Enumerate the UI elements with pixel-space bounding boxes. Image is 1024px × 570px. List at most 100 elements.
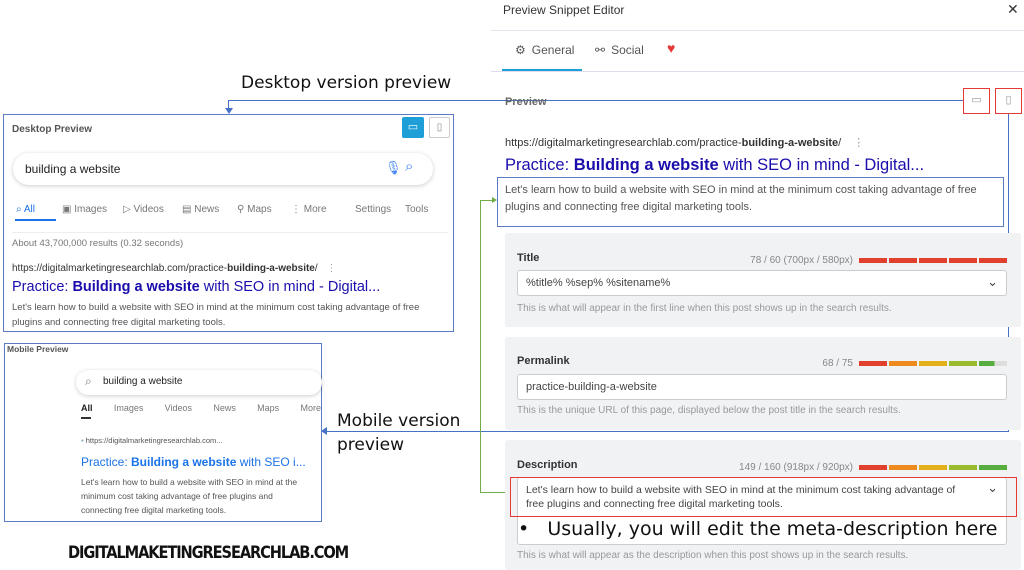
mobile-annotation: Mobile version preview xyxy=(337,409,460,457)
title-part: Building a website xyxy=(131,455,237,469)
tab-images[interactable]: Images xyxy=(114,403,144,413)
url-part: building-a-website xyxy=(741,137,839,149)
gear-icon: ⚙ xyxy=(515,43,526,57)
title-part: Building a website xyxy=(72,279,200,295)
description-help: This is what will appear as the descript… xyxy=(517,550,909,561)
chevron-down-icon[interactable]: ⌄ xyxy=(987,274,998,290)
tab-label: Images xyxy=(74,204,108,215)
settings-link[interactable]: Settings xyxy=(355,204,391,215)
preview-description-highlight: Let's learn how to build a website with … xyxy=(497,177,1004,227)
more-options-icon[interactable]: ⋮ xyxy=(853,137,864,149)
active-tab-indicator xyxy=(15,219,56,221)
search-query: building a website xyxy=(25,162,121,176)
tab-social[interactable]: ⚯ Social xyxy=(595,43,644,57)
permalink-help: This is the unique URL of this page, dis… xyxy=(517,405,901,416)
description-counter: 149 / 160 (918px / 920px) xyxy=(739,462,853,473)
tab-general[interactable]: ⚙ General xyxy=(515,43,574,57)
search-icon[interactable]: ⌕ xyxy=(405,158,413,175)
tab-label: General xyxy=(531,43,575,57)
tab-news[interactable]: ▤ News xyxy=(182,204,219,215)
desktop-preview: Desktop Preview ▭ ▯ building a website 🎙… xyxy=(3,114,454,332)
title-input[interactable]: %title% %sep% %sitename% ⌄ xyxy=(517,270,1007,296)
permalink-input[interactable]: practice-building-a-website xyxy=(517,374,1007,400)
description-highlight xyxy=(510,477,1017,517)
active-tab-indicator xyxy=(81,417,91,419)
bullet-text: Usually, you will edit the meta-descript… xyxy=(547,518,998,540)
search-icon: ⌕ xyxy=(85,374,92,388)
divider xyxy=(12,232,448,233)
title-part: with SEO in mind - Digital... xyxy=(718,156,925,174)
title-field-card: Title 78 / 60 (700px / 580px) %title% %s… xyxy=(505,233,1021,327)
active-tab-indicator xyxy=(502,69,582,71)
tab-videos[interactable]: Videos xyxy=(165,403,192,413)
mobile-annotation-line: Mobile version xyxy=(337,411,461,431)
preview-title[interactable]: Practice: Building a website with SEO in… xyxy=(505,156,924,175)
permalink-value: practice-building-a-website xyxy=(526,381,657,393)
mobile-preview-label: Mobile Preview xyxy=(7,344,69,354)
result-title[interactable]: Practice: Building a website with SEO i.… xyxy=(81,455,306,469)
heart-icon[interactable]: ♥ xyxy=(667,40,675,56)
search-bar[interactable]: building a website 🎙 ⌕ xyxy=(13,153,433,185)
result-url: https://digitalmarketingresearchlab.com/… xyxy=(12,263,336,274)
mobile-tabs: All Images Videos News Maps More xyxy=(81,403,321,413)
title-help: This is what will appear in the first li… xyxy=(517,303,892,314)
title-part: with SEO in mind - Digital... xyxy=(199,279,381,295)
mobile-view-button[interactable]: ▯ xyxy=(429,117,450,138)
preview-description: Let's learn how to build a website with … xyxy=(505,184,977,213)
tab-maps[interactable]: Maps xyxy=(257,403,279,413)
result-title[interactable]: Practice: Building a website with SEO in… xyxy=(12,279,380,295)
search-bar[interactable]: ⌕ building a website xyxy=(76,370,322,395)
tab-label: Social xyxy=(611,43,644,57)
tab-maps[interactable]: ⚲ Maps xyxy=(237,204,272,215)
mobile-preview: Mobile Preview ⌕ building a website All … xyxy=(4,343,322,522)
permalink-field-card: Permalink 68 / 75 practice-building-a-we… xyxy=(505,337,1021,430)
more-options-icon[interactable]: ⋮ xyxy=(326,263,336,274)
mobile-view-button[interactable]: ▯ xyxy=(995,88,1022,114)
url-part: https://digitalmarketingresearchlab.com/… xyxy=(505,137,742,149)
title-part: with SEO i... xyxy=(236,455,306,469)
connector-line xyxy=(228,100,963,101)
url-part: https://digitalmarketingresearchlab.com/… xyxy=(12,263,228,274)
share-icon: ⚯ xyxy=(595,43,606,57)
tab-label: Videos xyxy=(133,204,164,215)
title-part: Building a website xyxy=(573,156,719,174)
tab-news[interactable]: News xyxy=(213,403,236,413)
tab-images[interactable]: ▣ Images xyxy=(62,204,107,215)
title-value: %title% %sep% %sitename% xyxy=(526,277,671,289)
url-text: https://digitalmarketingresearchlab.com.… xyxy=(85,436,223,445)
url-part: / xyxy=(314,263,318,274)
mobile-annotation-line: preview xyxy=(337,435,405,455)
title-part: Practice: xyxy=(505,156,574,174)
tab-videos[interactable]: ▷ Videos xyxy=(123,204,164,215)
desktop-preview-label: Desktop Preview xyxy=(12,124,93,135)
tab-all[interactable]: ⌕ All xyxy=(16,204,35,215)
tab-label: All xyxy=(23,204,35,215)
tab-more[interactable]: More xyxy=(300,403,321,413)
favicon-icon: ▪ xyxy=(81,436,84,445)
desktop-view-button[interactable]: ▭ xyxy=(963,88,990,114)
connector-line xyxy=(326,431,1009,432)
microphone-icon[interactable]: 🎙 xyxy=(385,160,402,176)
site-logo: DIGITALMAKETINGRESEARCHLAB.COM xyxy=(68,543,349,563)
url-part: / xyxy=(838,137,842,149)
tab-label: More xyxy=(303,204,327,215)
description-length-meter xyxy=(859,465,1007,470)
preview-url: https://digitalmarketingresearchlab.com/… xyxy=(505,136,864,149)
editor-title: Preview Snippet Editor xyxy=(503,3,625,17)
desktop-view-button[interactable]: ▭ xyxy=(402,117,424,138)
results-count: About 43,700,000 results (0.32 seconds) xyxy=(12,238,184,249)
desktop-annotation: Desktop version preview xyxy=(241,73,452,93)
result-description: Let's learn how to build a website with … xyxy=(81,477,298,515)
close-icon[interactable]: ✕ xyxy=(1007,1,1019,18)
permalink-length-meter xyxy=(859,361,1007,366)
title-part: Practice: xyxy=(81,455,132,469)
result-description: Let's learn how to build a website with … xyxy=(12,302,420,328)
tab-more[interactable]: ⋮ More xyxy=(291,204,327,215)
description-label: Description xyxy=(517,459,578,471)
tools-link[interactable]: Tools xyxy=(405,204,428,215)
tab-all[interactable]: All xyxy=(81,403,93,413)
title-counter: 78 / 60 (700px / 580px) xyxy=(750,255,853,266)
permalink-counter: 68 / 75 xyxy=(822,358,853,369)
title-label: Title xyxy=(517,252,540,264)
title-length-meter xyxy=(859,258,1007,263)
